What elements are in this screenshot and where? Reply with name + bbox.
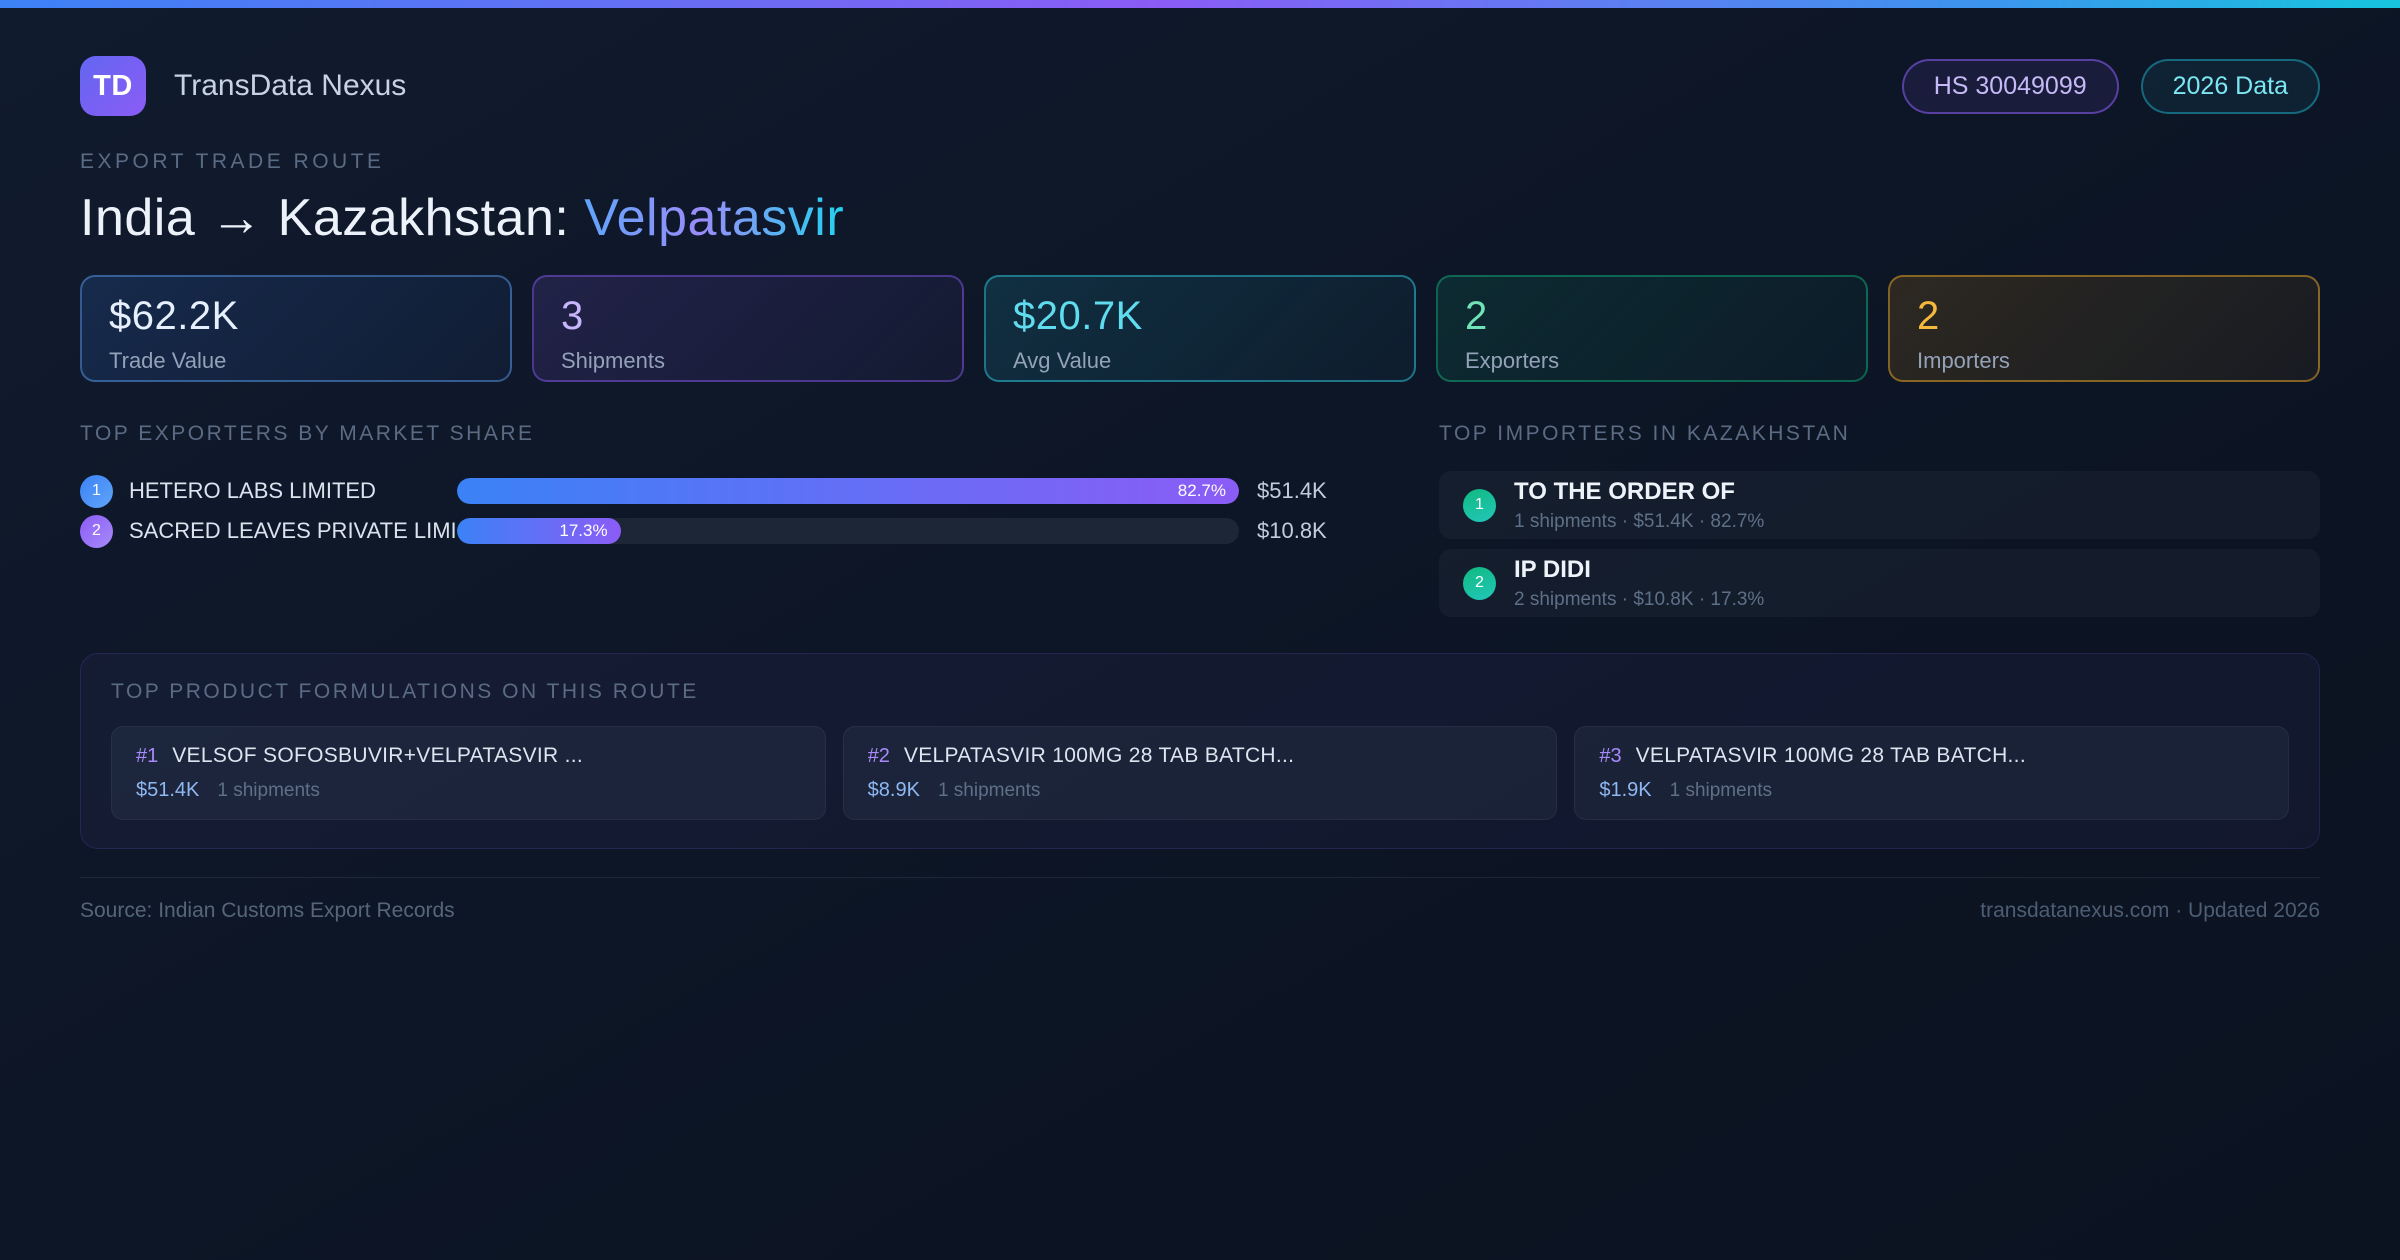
route-eyebrow: EXPORT TRADE ROUTE: [80, 150, 385, 173]
importer-name: TO THE ORDER OF: [1514, 477, 1735, 505]
stat-label: Exporters: [1465, 348, 1560, 374]
stat-card-importers: 2 Importers: [1888, 275, 2320, 383]
market-share-bar-fill: 82.7%: [457, 478, 1239, 505]
importers-rows: 1 TO THE ORDER OF 1 shipments · $51.4K ·…: [1439, 471, 2320, 618]
products-panel: TOP PRODUCT FORMULATIONS ON THIS ROUTE #…: [80, 653, 2320, 850]
product-shipments: 1 shipments: [1669, 780, 1773, 802]
market-share-percent: 82.7%: [1177, 481, 1226, 501]
brand: TD TransData Nexus: [80, 56, 406, 116]
importer-detail: 2 shipments · $10.8K · 17.3%: [1514, 588, 1765, 610]
importer-detail: 1 shipments · $51.4K · 82.7%: [1514, 510, 1765, 532]
footer-site-link[interactable]: transdatanexus.com · Updated 2026: [1980, 899, 2320, 923]
exporters-rows: 1 HETERO LABS LIMITED 82.7% $51.4K 2 SAC…: [80, 471, 1362, 551]
product-rank: #2: [867, 745, 890, 768]
exporters-heading: TOP EXPORTERS BY MARKET SHARE: [80, 422, 535, 446]
exporter-name[interactable]: HETERO LABS LIMITED: [129, 478, 457, 504]
stat-value: 3: [561, 294, 584, 339]
hs-code-badge[interactable]: HS 30049099: [1901, 58, 2119, 114]
product-title-line: #2 VELPATASVIR 100MG 28 TAB BATCH...: [868, 744, 1533, 768]
stat-card-avg-value: $20.7K Avg Value: [984, 275, 1416, 383]
header-badges: HS 30049099 2026 Data: [1901, 58, 2320, 114]
product-title-line: #1 VELSOF SOFOSBUVIR+VELPATASVIR ...: [136, 744, 801, 768]
exporters-section: TOP EXPORTERS BY MARKET SHARE 1 HETERO L…: [80, 422, 1362, 627]
page-title: India → Kazakhstan: Velpatasvir: [80, 187, 2320, 249]
importer-text: IP DIDI 2 shipments · $10.8K · 17.3%: [1514, 556, 1764, 611]
product-shipments: 1 shipments: [217, 780, 320, 802]
product-name: VELPATASVIR 100MG 28 TAB BATCH...: [1635, 744, 2026, 768]
stat-label: Importers: [1917, 348, 2010, 374]
product-name: VELPATASVIR 100MG 28 TAB BATCH...: [903, 744, 1295, 768]
footer-source: Source: Indian Customs Export Records: [80, 899, 455, 923]
stat-card-shipments: 3 Shipments: [532, 275, 964, 383]
page-container: TD TransData Nexus HS 30049099 2026 Data…: [0, 56, 2400, 923]
stat-value: 2: [1917, 294, 1940, 339]
stat-label: Trade Value: [109, 348, 227, 374]
stat-value: $20.7K: [1013, 294, 1143, 339]
product-meta-line: $8.9K 1 shipments: [868, 779, 1533, 802]
importer-card[interactable]: 1 TO THE ORDER OF 1 shipments · $51.4K ·…: [1439, 471, 2320, 540]
product-meta-line: $51.4K 1 shipments: [136, 779, 801, 802]
market-share-percent: 17.3%: [559, 521, 608, 541]
stat-label: Avg Value: [1013, 348, 1112, 374]
product-highlight-text: Velpatasvir: [584, 189, 845, 247]
exporter-row: 1 HETERO LABS LIMITED 82.7% $51.4K: [80, 471, 1362, 511]
stat-value: $62.2K: [109, 294, 239, 339]
exporter-trade-value: $10.8K: [1257, 518, 1327, 544]
stat-label: Shipments: [561, 348, 665, 374]
app-logo[interactable]: TD: [80, 56, 146, 116]
market-share-bar-track: 82.7%: [457, 478, 1239, 505]
product-meta-line: $1.9K 1 shipments: [1599, 779, 2264, 802]
product-rank: #3: [1599, 745, 1622, 768]
product-card[interactable]: #2 VELPATASVIR 100MG 28 TAB BATCH... $8.…: [842, 726, 1558, 821]
stats-row: $62.2K Trade Value 3 Shipments $20.7K Av…: [80, 275, 2320, 383]
product-title-line: #3 VELPATASVIR 100MG 28 TAB BATCH...: [1599, 744, 2264, 768]
rank-badge: 2: [1463, 566, 1496, 600]
data-year-badge[interactable]: 2026 Data: [2140, 58, 2320, 114]
top-accent-bar: [0, 0, 2400, 8]
exporter-row: 2 SACRED LEAVES PRIVATE LIMI... 17.3% $1…: [80, 511, 1362, 551]
product-value: $1.9K: [1599, 779, 1652, 802]
products-heading: TOP PRODUCT FORMULATIONS ON THIS ROUTE: [111, 680, 699, 704]
product-cards: #1 VELSOF SOFOSBUVIR+VELPATASVIR ... $51…: [111, 726, 2290, 821]
exporter-trade-value: $51.4K: [1257, 478, 1327, 504]
importer-card[interactable]: 2 IP DIDI 2 shipments · $10.8K · 17.3%: [1439, 549, 2320, 618]
rank-badge: 1: [1463, 488, 1496, 522]
product-rank: #1: [136, 745, 159, 768]
product-card[interactable]: #1 VELSOF SOFOSBUVIR+VELPATASVIR ... $51…: [111, 726, 826, 821]
importer-name: IP DIDI: [1514, 555, 1591, 583]
product-value: $51.4K: [136, 779, 200, 802]
product-name: VELSOF SOFOSBUVIR+VELPATASVIR ...: [172, 744, 584, 768]
header: TD TransData Nexus HS 30049099 2026 Data: [80, 56, 2320, 116]
market-share-bar-fill: 17.3%: [457, 518, 621, 545]
footer: Source: Indian Customs Export Records tr…: [80, 877, 2320, 923]
rank-badge: 1: [80, 474, 113, 508]
stat-card-trade-value: $62.2K Trade Value: [80, 275, 512, 383]
importers-section: TOP IMPORTERS IN KAZAKHSTAN 1 TO THE ORD…: [1439, 422, 2320, 627]
rank-badge: 2: [80, 514, 113, 548]
market-share-bar-track: 17.3%: [457, 518, 1239, 545]
app-name: TransData Nexus: [174, 69, 407, 102]
exporter-name[interactable]: SACRED LEAVES PRIVATE LIMI...: [129, 518, 457, 544]
importers-heading: TOP IMPORTERS IN KAZAKHSTAN: [1439, 422, 1851, 446]
product-value: $8.9K: [867, 779, 920, 802]
columns: TOP EXPORTERS BY MARKET SHARE 1 HETERO L…: [80, 422, 2320, 627]
stat-card-exporters: 2 Exporters: [1436, 275, 1868, 383]
stat-value: 2: [1465, 294, 1488, 339]
route-title-text: India → Kazakhstan:: [80, 189, 585, 247]
importer-text: TO THE ORDER OF 1 shipments · $51.4K · 8…: [1514, 478, 1764, 533]
product-shipments: 1 shipments: [937, 780, 1041, 802]
product-card[interactable]: #3 VELPATASVIR 100MG 28 TAB BATCH... $1.…: [1574, 726, 2290, 821]
